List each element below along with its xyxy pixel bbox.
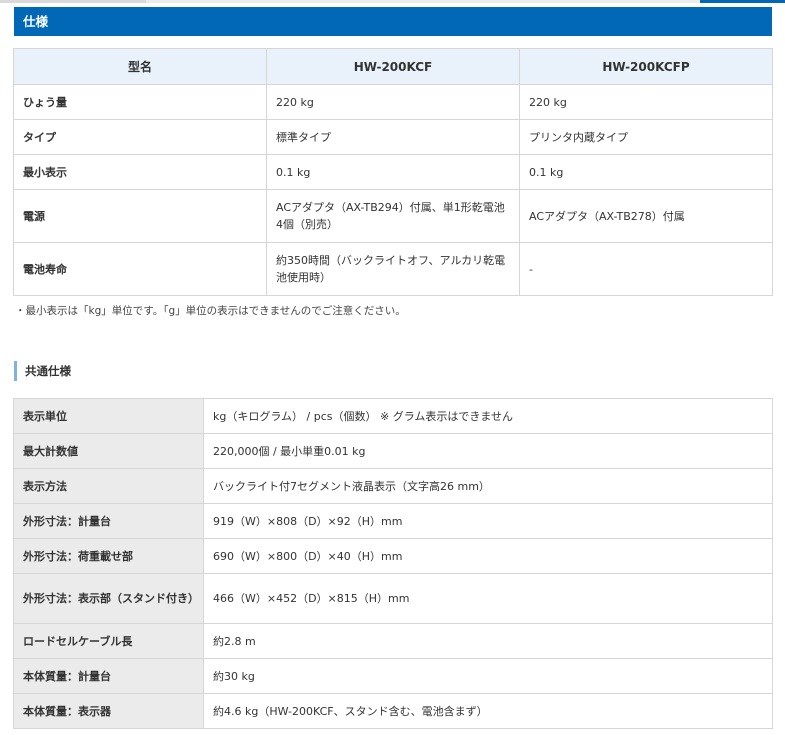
column-header-hw200kcf: HW-200KCF: [266, 48, 520, 85]
cell-value: 約30 kg: [203, 658, 773, 694]
cell-value: -: [519, 242, 773, 296]
cell-value: 0.1 kg: [519, 154, 773, 190]
table-row: タイプ 標準タイプ プリンタ内蔵タイプ: [13, 119, 773, 155]
row-label: 外形寸法：計量台: [13, 503, 204, 539]
table-row: 最小表示 0.1 kg 0.1 kg: [13, 154, 773, 190]
cell-value: 220,000個 / 最小単重0.01 kg: [203, 433, 773, 469]
table-row: ロードセルケーブル長 約2.8 m: [13, 623, 773, 659]
table-row: 外形寸法：計量台 919（W）×808（D）×92（H）mm: [13, 503, 773, 539]
cell-value: バックライト付7セグメント液晶表示（文字高26 mm）: [203, 468, 773, 504]
table-row: 本体質量：計量台 約30 kg: [13, 658, 773, 694]
table-row: ひょう量 220 kg 220 kg: [13, 84, 773, 120]
column-header-hw200kcfp: HW-200KCFP: [519, 48, 773, 85]
table-row: 電源 ACアダプタ（AX-TB294）付属、単1形乾電池4個（別売） ACアダプ…: [13, 189, 773, 243]
row-label: 最小表示: [13, 154, 267, 190]
cell-value: ACアダプタ（AX-TB294）付属、単1形乾電池4個（別売）: [266, 189, 520, 243]
row-label: 表示単位: [13, 398, 204, 434]
cell-value: 919（W）×808（D）×92（H）mm: [203, 503, 773, 539]
top-tab-strip: [0, 0, 785, 4]
tab-indicator-left: [0, 0, 146, 3]
cell-value: 0.1 kg: [266, 154, 520, 190]
cell-value: ACアダプタ（AX-TB278）付属: [519, 189, 773, 243]
model-spec-table: 型名 HW-200KCF HW-200KCFP ひょう量 220 kg 220 …: [13, 48, 773, 296]
row-label: 表示方法: [13, 468, 204, 504]
cell-value: 220 kg: [266, 84, 520, 120]
cell-value: 466（W）×452（D）×815（H）mm: [203, 573, 773, 624]
tab-indicator-middle: [146, 0, 700, 3]
row-label: ロードセルケーブル長: [13, 623, 204, 659]
table-row: 表示方法 バックライト付7セグメント液晶表示（文字高26 mm）: [13, 468, 773, 504]
tab-indicator-active: [700, 0, 785, 3]
common-spec-table: 表示単位 kg（キログラム） / pcs（個数） ※ グラム表示はできません 最…: [13, 398, 773, 729]
table-row: 本体質量：表示器 約4.6 kg（HW-200KCF、スタンド含む、電池含まず）: [13, 693, 773, 729]
row-label: タイプ: [13, 119, 267, 155]
spec-note: ・最小表示は「kg」単位です。「g」単位の表示はできませんのでご注意ください。: [15, 305, 406, 317]
table-row: 外形寸法：表示部（スタンド付き） 466（W）×452（D）×815（H）mm: [13, 573, 773, 624]
table-row: 表示単位 kg（キログラム） / pcs（個数） ※ グラム表示はできません: [13, 398, 773, 434]
row-label: 本体質量：表示器: [13, 693, 204, 729]
common-spec-title: 共通仕様: [14, 361, 71, 381]
row-label: 電池寿命: [13, 242, 267, 296]
column-header-model: 型名: [13, 48, 267, 85]
table-row: 外形寸法：荷重載せ部 690（W）×800（D）×40（H）mm: [13, 538, 773, 574]
row-label: 外形寸法：表示部（スタンド付き）: [13, 573, 204, 624]
cell-value: 220 kg: [519, 84, 773, 120]
table-row: 電池寿命 約350時間（バックライトオフ、アルカリ乾電池使用時） -: [13, 242, 773, 296]
cell-value: 690（W）×800（D）×40（H）mm: [203, 538, 773, 574]
cell-value: プリンタ内蔵タイプ: [519, 119, 773, 155]
row-label: ひょう量: [13, 84, 267, 120]
spec-section-title: 仕様: [14, 7, 772, 36]
cell-value: 標準タイプ: [266, 119, 520, 155]
row-label: 外形寸法：荷重載せ部: [13, 538, 204, 574]
row-label: 電源: [13, 189, 267, 243]
table-row: 最大計数値 220,000個 / 最小単重0.01 kg: [13, 433, 773, 469]
table-header-row: 型名 HW-200KCF HW-200KCFP: [13, 48, 773, 85]
cell-value: 約2.8 m: [203, 623, 773, 659]
row-label: 最大計数値: [13, 433, 204, 469]
cell-value: 約4.6 kg（HW-200KCF、スタンド含む、電池含まず）: [203, 693, 773, 729]
cell-value: 約350時間（バックライトオフ、アルカリ乾電池使用時）: [266, 242, 520, 296]
cell-value: kg（キログラム） / pcs（個数） ※ グラム表示はできません: [203, 398, 773, 434]
row-label: 本体質量：計量台: [13, 658, 204, 694]
